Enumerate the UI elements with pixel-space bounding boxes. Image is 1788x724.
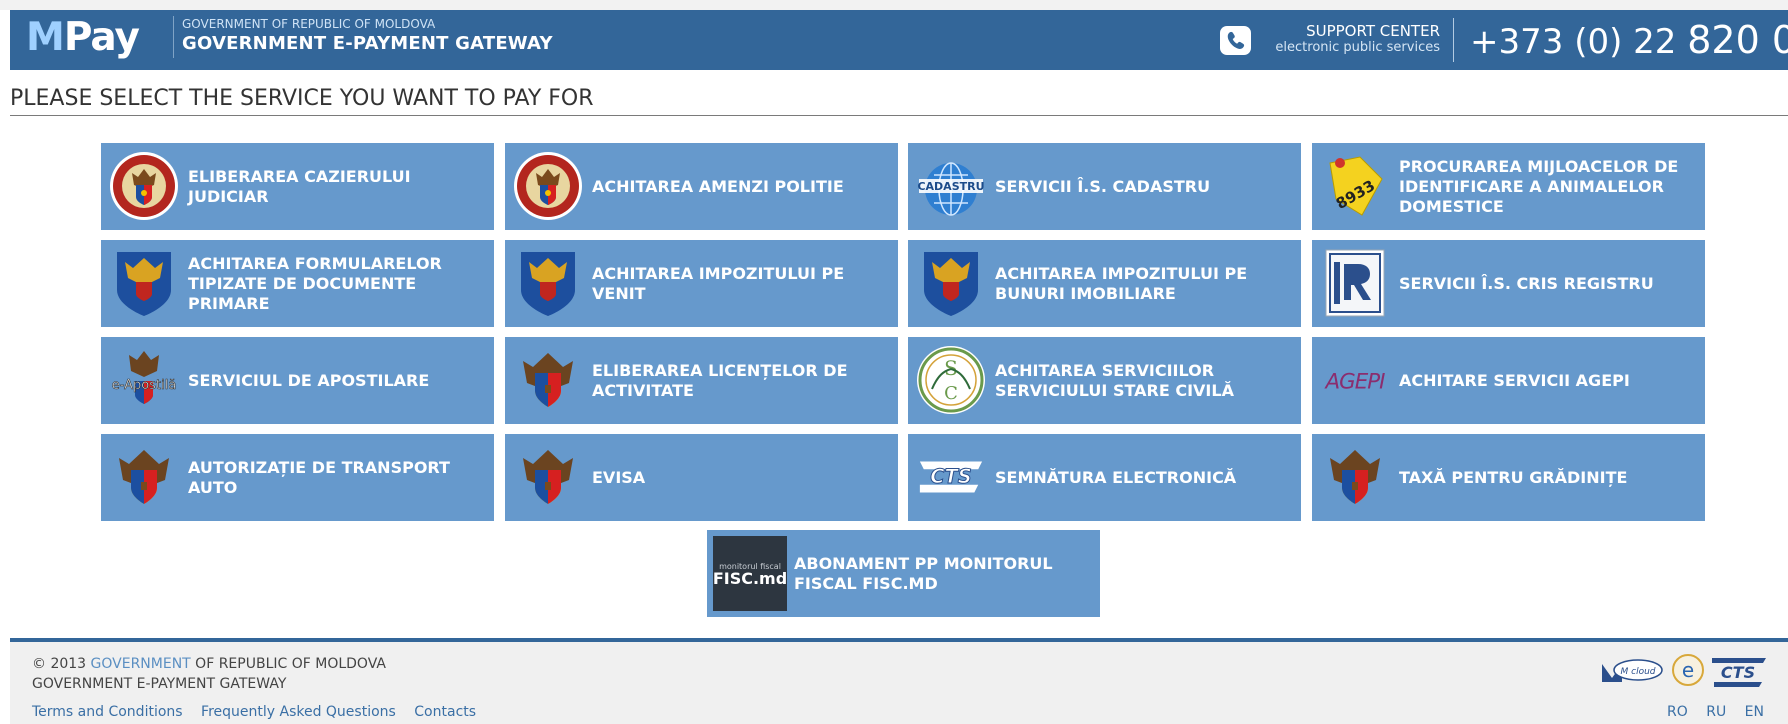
language-switcher: RO RU EN [1653, 704, 1764, 720]
logo-m: M [26, 15, 65, 60]
fisc-md-icon: monitorul fiscal FISC.md [713, 536, 787, 611]
svg-text:e: e [1682, 658, 1694, 682]
agepi-logo-text: AGEPI [1323, 370, 1385, 395]
fiscal-shield-icon [513, 248, 583, 318]
service-label: ELIBERAREA CAZIERULUI JUDICIAR [188, 166, 411, 206]
service-label: PROCURAREA MIJLOACELOR DE IDENTIFICARE A… [1399, 156, 1679, 216]
gov-subtitle: GOVERNMENT OF REPUBLIC OF MOLDOVA [182, 17, 436, 31]
terms-link[interactable]: Terms and Conditions [32, 704, 183, 720]
police-emblem-icon [109, 151, 179, 221]
site-header: MPay GOVERNMENT OF REPUBLIC OF MOLDOVA G… [10, 10, 1788, 70]
faq-link[interactable]: Frequently Asked Questions [201, 704, 396, 720]
partner-logos: M cloud e CTS [1600, 650, 1770, 690]
copyright-prefix: © 2013 [32, 656, 91, 672]
government-link[interactable]: GOVERNMENT [91, 656, 191, 672]
phone-icon [1220, 26, 1251, 55]
support-phone[interactable]: +373 (0) 22 820 000 [1470, 18, 1788, 64]
top-strip [0, 0, 1788, 10]
service-tile-impozit-venit[interactable]: ACHITAREA IMPOZITULUI PE VENIT [505, 240, 898, 327]
service-label: ELIBERAREA LICENȚELOR DE ACTIVITATE [592, 360, 848, 400]
mcloud-text: M cloud [1621, 667, 1656, 677]
apostila-text: e-Apostilă [112, 378, 177, 393]
site-footer: © 2013 GOVERNMENT OF REPUBLIC OF MOLDOVA… [10, 642, 1788, 724]
cts-logo-text: CTS [930, 465, 972, 488]
service-tile-amenzi-politie[interactable]: ACHITAREA AMENZI POLITIE [505, 143, 898, 230]
copyright: © 2013 GOVERNMENT OF REPUBLIC OF MOLDOVA… [32, 654, 386, 694]
service-tile-cris-registru[interactable]: SERVICII Î.S. CRIS REGISTRU [1312, 240, 1705, 327]
service-label: AUTORIZAȚIE DE TRANSPORT AUTO [188, 457, 450, 497]
agepi-logo-icon: AGEPI [1320, 345, 1390, 415]
service-tile-impozit-bunuri[interactable]: ACHITAREA IMPOZITULUI PE BUNURI IMOBILIA… [908, 240, 1301, 327]
cadastru-globe-icon: CADASTRU [916, 151, 986, 221]
contacts-link[interactable]: Contacts [414, 704, 476, 720]
coat-of-arms-icon [109, 442, 179, 512]
mcloud-logo-icon: M cloud [1602, 659, 1663, 682]
svg-text:S: S [944, 356, 958, 380]
support-subtitle: electronic public services [1275, 40, 1440, 55]
service-label: ACHITAREA IMPOZITULUI PE VENIT [592, 263, 845, 303]
service-label: ACHITAREA IMPOZITULUI PE BUNURI IMOBILIA… [995, 263, 1248, 303]
phone-prefix: +373 (0) 22 [1470, 22, 1688, 62]
service-label: ACHITAREA SERVICIILOR SERVICIULUI STARE … [995, 360, 1234, 400]
service-label: ACHITAREA AMENZI POLITIE [592, 176, 844, 196]
page-title: PLEASE SELECT THE SERVICE YOU WANT TO PA… [10, 84, 1788, 116]
service-tile-evisa[interactable]: EVISA [505, 434, 898, 521]
ear-tag-icon: 8933 [1320, 151, 1390, 221]
service-label: ACHITAREA FORMULARELOR TIPIZATE DE DOCUM… [188, 253, 442, 313]
lang-en[interactable]: EN [1745, 704, 1764, 720]
fisc-md-text: FISC.md [713, 569, 787, 588]
coat-of-arms-icon [513, 442, 583, 512]
svg-text:C: C [944, 383, 958, 404]
service-tile-agepi[interactable]: AGEPI ACHITARE SERVICII AGEPI [1312, 337, 1705, 424]
e-gov-logo-icon: e [1672, 654, 1704, 686]
service-label: SERVICII Î.S. CADASTRU [995, 176, 1211, 196]
service-tile-transport-auto[interactable]: AUTORIZAȚIE DE TRANSPORT AUTO [101, 434, 494, 521]
gov-title: GOVERNMENT E-PAYMENT GATEWAY [182, 33, 553, 54]
service-label: TAXĂ PENTRU GRĂDINIȚE [1399, 467, 1628, 487]
service-tile-apostilare[interactable]: e-Apostilă SERVICIUL DE APOSTILARE [101, 337, 494, 424]
lang-ru[interactable]: RU [1706, 704, 1726, 720]
lang-ro[interactable]: RO [1667, 704, 1688, 720]
service-tile-animale[interactable]: 8933 PROCURAREA MIJLOACELOR DE IDENTIFIC… [1312, 143, 1705, 230]
svg-text:CADASTRU: CADASTRU [917, 180, 984, 193]
copyright-line2: GOVERNMENT E-PAYMENT GATEWAY [32, 676, 287, 692]
service-tile-formulare[interactable]: ACHITAREA FORMULARELOR TIPIZATE DE DOCUM… [101, 240, 494, 327]
footer-links: Terms and Conditions Frequently Asked Qu… [32, 704, 490, 720]
service-tile-fisc-md[interactable]: monitorul fiscal FISC.md ABONAMENT PP MO… [707, 530, 1100, 617]
coat-of-arms-icon [1320, 442, 1390, 512]
gov-title-block: GOVERNMENT OF REPUBLIC OF MOLDOVA GOVERN… [173, 16, 553, 58]
registru-icon [1320, 248, 1390, 318]
service-label: SEMNĂTURA ELECTRONICĂ [995, 467, 1237, 487]
service-label: EVISA [592, 467, 646, 487]
copyright-suffix: OF REPUBLIC OF MOLDOVA [190, 656, 386, 672]
stare-civila-icon: S C [916, 345, 986, 415]
support-center: SUPPORT CENTER electronic public service… [1260, 22, 1440, 56]
service-tile-gradinite[interactable]: TAXĂ PENTRU GRĂDINIȚE [1312, 434, 1705, 521]
service-tile-stare-civila[interactable]: S C ACHITAREA SERVICIILOR SERVICIULUI ST… [908, 337, 1301, 424]
service-label: ABONAMENT PP MONITORUL FISCAL FISC.MD [794, 553, 1053, 593]
cts-logo-icon: CTS [916, 442, 986, 512]
phone-number: 820 000 [1687, 18, 1788, 62]
service-tile-licente[interactable]: ELIBERAREA LICENȚELOR DE ACTIVITATE [505, 337, 898, 424]
mpay-logo[interactable]: MPay [26, 14, 140, 62]
service-label: SERVICIUL DE APOSTILARE [188, 370, 430, 390]
service-tile-semnatura-electronica[interactable]: CTS SEMNĂTURA ELECTRONICĂ [908, 434, 1301, 521]
fiscal-shield-icon [109, 248, 179, 318]
cts-logo-icon: CTS [1712, 658, 1766, 687]
coat-of-arms-icon [513, 345, 583, 415]
cts-footer-text: CTS [1721, 663, 1755, 682]
service-label: ACHITARE SERVICII AGEPI [1399, 370, 1630, 390]
service-label: SERVICII Î.S. CRIS REGISTRU [1399, 273, 1654, 293]
police-emblem-icon [513, 151, 583, 221]
apostila-icon: e-Apostilă [109, 345, 179, 415]
support-title: SUPPORT CENTER [1306, 22, 1440, 40]
header-divider [1453, 18, 1454, 62]
service-tile-cadastru[interactable]: CADASTRU SERVICII Î.S. CADASTRU [908, 143, 1301, 230]
logo-pay: Pay [63, 15, 140, 60]
service-tile-cazier[interactable]: ELIBERAREA CAZIERULUI JUDICIAR [101, 143, 494, 230]
fiscal-shield-icon [916, 248, 986, 318]
